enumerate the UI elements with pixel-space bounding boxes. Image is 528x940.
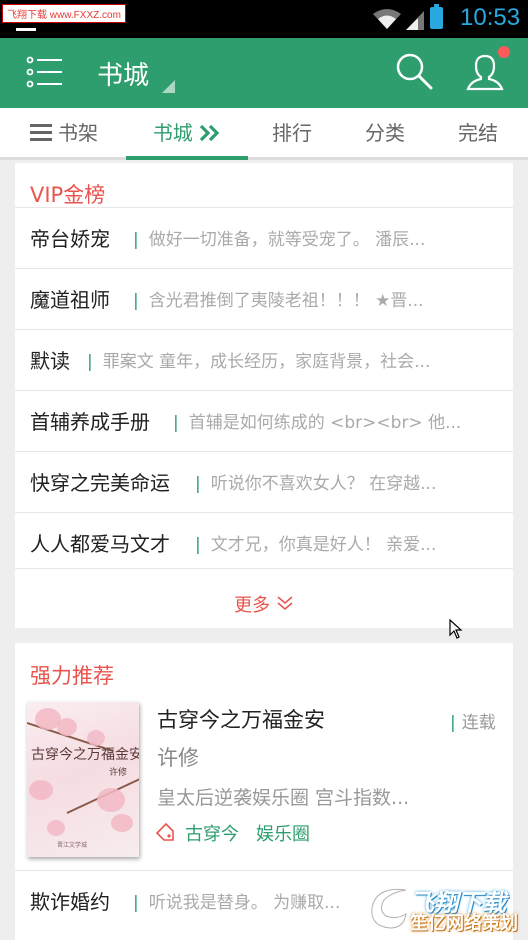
site-logo-watermark: 飞翔下载 笙亿网络策划 (358, 880, 528, 940)
watermark-line2: 笙亿网络策划 (410, 913, 518, 934)
status-bar: 飞翔下载 www.FXXZ.com 10:53 (0, 0, 528, 38)
more-label: 更多 (234, 595, 271, 616)
book-name: 帝台娇宠 (30, 227, 110, 251)
signal-icon (406, 11, 424, 30)
book-desc: | 做好一切准备，就等受宠了。 潘辰... (133, 230, 426, 250)
tab-bookshelf[interactable]: 书架 (14, 108, 114, 160)
user-icon[interactable] (466, 52, 504, 92)
double-chevron-down-icon (277, 596, 293, 610)
tab-bookstore[interactable]: 书城 (126, 108, 248, 160)
book-author: 许修 (157, 746, 199, 770)
book-name: 默读 (30, 349, 70, 373)
book-name: 人人都爱马文才 (30, 532, 170, 556)
vip-section: VIP金榜 帝台娇宠 | 做好一切准备，就等受宠了。 潘辰... 魔道祖师 | 含光… (15, 163, 513, 628)
more-button[interactable]: 更多 (15, 568, 513, 628)
page-title[interactable]: 书城 (97, 55, 149, 92)
book-desc: | 听说你不喜欢女人？ 在穿越... (195, 474, 437, 494)
book-name: 魔道祖师 (30, 288, 110, 312)
section-title: 强力推荐 (30, 664, 114, 688)
watermark-label: 飞翔下载 www.FXXZ.com (2, 4, 126, 23)
cover-blossom (57, 718, 77, 736)
list-item[interactable]: 首辅养成手册 | 首辅是如何练成的 <br><br> 他... (15, 390, 513, 451)
book-desc: 皇太后逆袭娱乐圈 宫斗指数... (157, 787, 410, 809)
book-desc: | 听说我是替身。 为赚取... (133, 893, 341, 913)
notification-dot (498, 46, 510, 58)
cover-author: 许修 (109, 768, 128, 778)
clock: 10:53 (460, 4, 521, 31)
dropdown-triangle-icon (162, 80, 175, 93)
book-cover[interactable]: 古穿今之万福金安 许修 晋江文学城 (27, 702, 139, 857)
shelf-icon (30, 124, 52, 141)
book-desc: | 文才兄，你真是好人！ 亲爱... (195, 535, 437, 555)
tab-label: 书架 (58, 121, 98, 145)
section-title: VIP金榜 (30, 183, 106, 207)
search-icon[interactable] (395, 52, 433, 90)
cover-blossom (111, 814, 133, 832)
book-name: 首辅养成手册 (30, 410, 150, 434)
book-desc: | 罪案文 童年，成长经历，家庭背景，社会... (87, 352, 431, 372)
tab-bar: 书架 书城 排行 分类 完结 (0, 108, 528, 160)
book-desc: | 含光君推倒了夷陵老祖！！！ ★晋... (133, 291, 424, 311)
list-item[interactable]: 默读 | 罪案文 童年，成长经历，家庭背景，社会... (15, 329, 513, 390)
tag-label[interactable]: 古穿今 (185, 820, 239, 846)
app-bar: 书城 (0, 38, 528, 108)
book-name: 快穿之完美命运 (30, 471, 170, 495)
featured-book[interactable]: 古穿今之万福金安 许修 晋江文学城 古穿今之万福金安 | 连载 许修 皇太后逆袭娱… (15, 696, 513, 866)
list-item[interactable]: 帝台娇宠 | 做好一切准备，就等受宠了。 潘辰... (15, 207, 513, 268)
list-item[interactable]: 魔道祖师 | 含光君推倒了夷陵老祖！！！ ★晋... (15, 268, 513, 329)
cover-blossom (29, 780, 53, 800)
tab-label: 书城 (152, 121, 193, 145)
wifi-icon (373, 9, 401, 29)
cover-publisher: 晋江文学城 (57, 842, 88, 849)
list-item[interactable]: 快穿之完美命运 | 听说你不喜欢女人？ 在穿越... (15, 451, 513, 512)
tab-ranking[interactable]: 排行 (252, 108, 332, 160)
book-title: 古穿今之万福金安 (157, 708, 325, 732)
book-desc: | 首辅是如何练成的 <br><br> 他... (173, 413, 462, 433)
battery-icon (430, 4, 443, 29)
tab-completed[interactable]: 完结 (438, 108, 518, 160)
cover-blossom (97, 788, 125, 812)
mouse-cursor-icon (449, 619, 463, 639)
tab-category[interactable]: 分类 (345, 108, 425, 160)
cover-blossom (47, 820, 65, 836)
tab-indicator (126, 156, 248, 160)
book-name: 欺诈婚约 (30, 890, 110, 914)
cover-title: 古穿今之万福金安 (31, 747, 139, 763)
swirl-logo-icon (371, 888, 407, 929)
menu-icon[interactable] (26, 56, 64, 88)
double-chevron-right-icon (200, 124, 220, 141)
list-item[interactable]: 人人都爱马文才 | 文才兄，你真是好人！ 亲爱... (15, 512, 513, 573)
tag-label[interactable]: 娱乐圈 (256, 820, 310, 846)
tag-icon (155, 822, 174, 841)
status-badge: | 连载 (450, 713, 496, 733)
notification-dash-icon (16, 28, 36, 31)
